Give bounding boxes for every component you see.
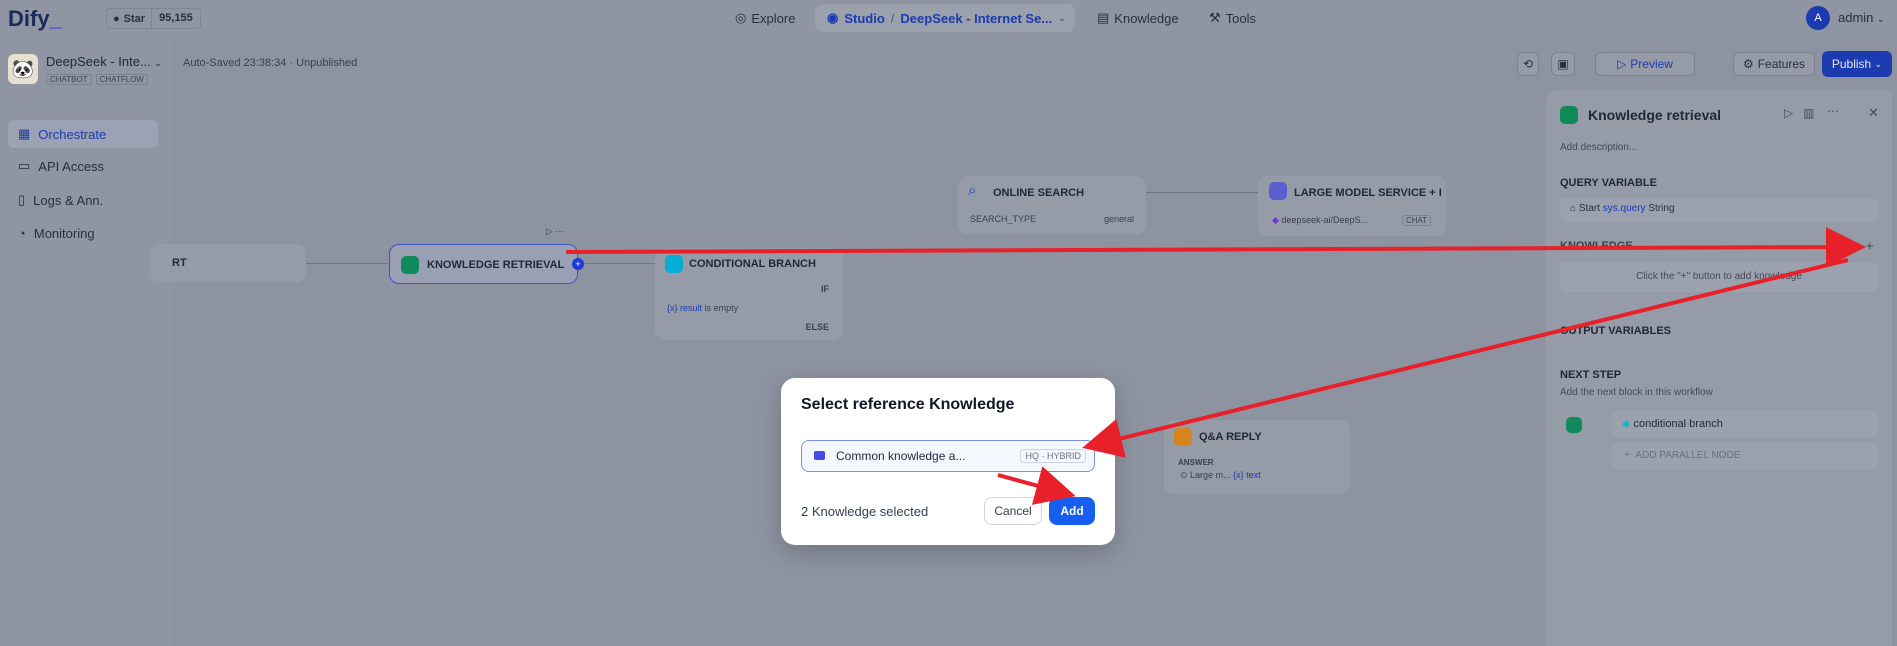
arrow-to-knowledge-item [1082,258,1849,458]
arrow-to-add-knowledge [565,227,1866,268]
arrow-to-add-button [997,466,1076,505]
annotation-arrows [565,227,1866,505]
